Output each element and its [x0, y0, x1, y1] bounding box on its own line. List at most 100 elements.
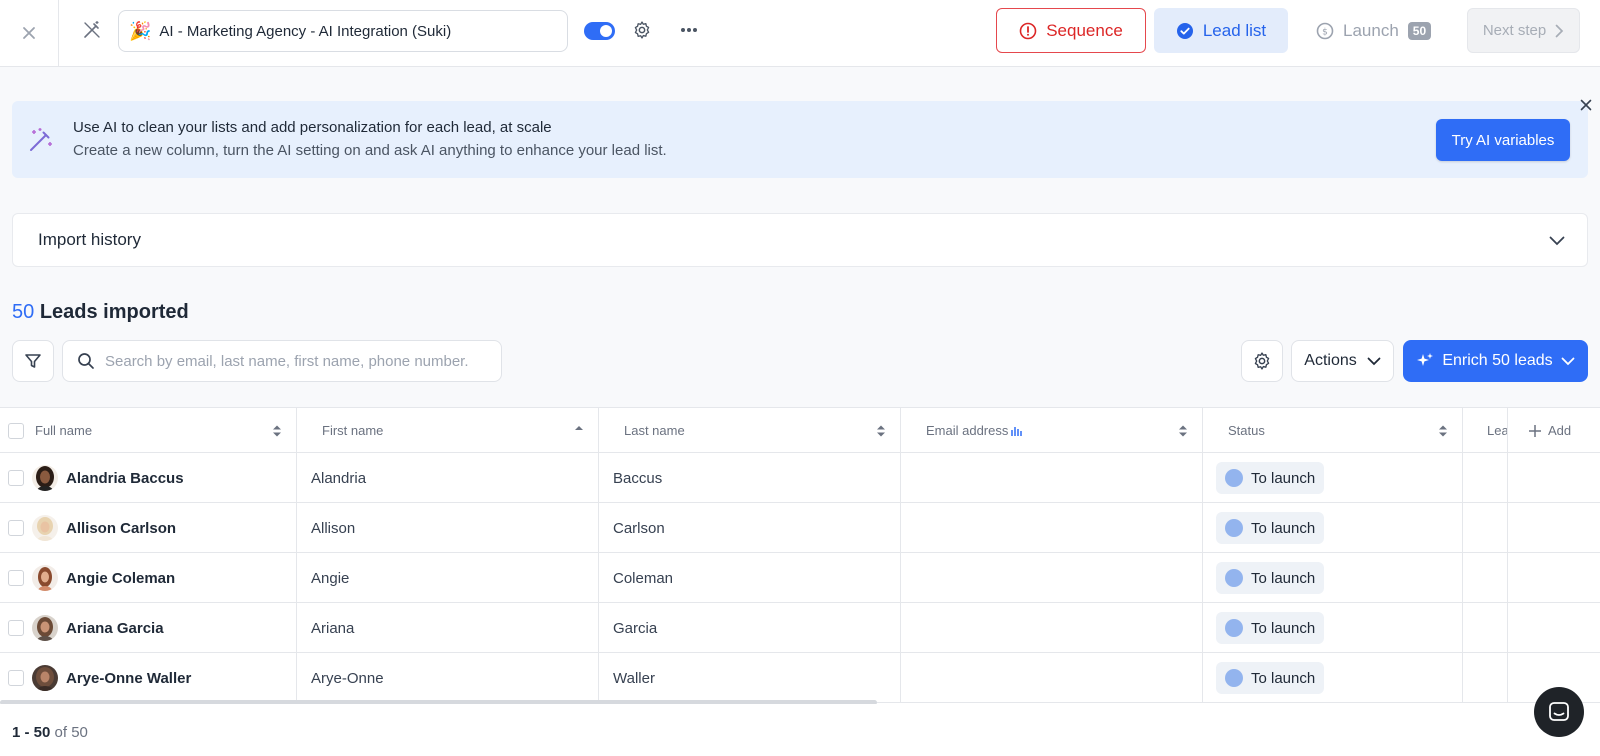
close-button[interactable]: [0, 0, 59, 66]
status-label: To launch: [1251, 619, 1316, 637]
campaign-toggle[interactable]: [584, 22, 615, 40]
row-checkbox[interactable]: [8, 570, 24, 586]
lead-full-name[interactable]: Angie Coleman: [66, 570, 175, 587]
leads-heading: 50 Leads imported: [12, 301, 189, 324]
search-icon: [78, 353, 94, 369]
add-column-button[interactable]: Add: [1508, 408, 1600, 453]
import-history-panel[interactable]: Import history: [12, 213, 1588, 267]
step-launch-button[interactable]: $ Launch 50: [1312, 8, 1450, 53]
status-badge[interactable]: To launch: [1216, 462, 1325, 494]
lead-last-name[interactable]: Baccus: [599, 453, 901, 503]
more-options-button[interactable]: [676, 18, 702, 42]
row-checkbox[interactable]: [8, 520, 24, 536]
lead-email[interactable]: [901, 503, 1203, 553]
avatar: [32, 565, 58, 591]
lead-first-name[interactable]: Angie: [297, 553, 599, 603]
pagination-total: of 50: [54, 724, 88, 741]
sort-icon[interactable]: [1438, 424, 1448, 438]
magic-wand-button[interactable]: [78, 16, 106, 44]
lead-last-name[interactable]: Coleman: [599, 553, 901, 603]
actions-dropdown[interactable]: Actions: [1291, 340, 1394, 382]
table-row[interactable]: Allison Carlson Allison Carlson To launc…: [0, 503, 1600, 553]
lead-last-name[interactable]: Waller: [599, 653, 901, 703]
status-label: To launch: [1251, 469, 1316, 487]
status-badge[interactable]: To launch: [1216, 562, 1325, 594]
lead-search-box[interactable]: [62, 340, 502, 382]
chevron-down-icon: [1549, 236, 1565, 246]
lead-email[interactable]: [901, 603, 1203, 653]
row-checkbox[interactable]: [8, 470, 24, 486]
banner-headline: Use AI to clean your lists and add perso…: [73, 119, 552, 136]
table-row[interactable]: Angie Coleman Angie Coleman To launch: [0, 553, 1600, 603]
step-sequence-button[interactable]: Sequence: [996, 8, 1146, 53]
select-all-checkbox[interactable]: [8, 422, 24, 439]
status-label: To launch: [1251, 569, 1316, 587]
lead-full-name[interactable]: Arye-Onne Waller: [66, 670, 191, 687]
sort-ascending-icon[interactable]: [574, 424, 584, 438]
status-badge[interactable]: To launch: [1216, 512, 1325, 544]
lead-search-input[interactable]: [105, 352, 485, 370]
lead-full-name[interactable]: Allison Carlson: [66, 520, 176, 537]
column-header-full-name[interactable]: Full name: [0, 408, 297, 453]
column-header-last-name[interactable]: Last name: [599, 408, 901, 453]
table-header-row: Full name First name Last name Email add…: [0, 408, 1600, 453]
table-row[interactable]: Alandria Baccus Alandria Baccus To launc…: [0, 453, 1600, 503]
campaign-name-text: AI - Marketing Agency - AI Integration (…: [159, 22, 452, 40]
status-label: To launch: [1251, 669, 1316, 687]
actions-label: Actions: [1304, 352, 1357, 369]
step-lead-list-button[interactable]: Lead list: [1154, 8, 1288, 53]
sparkles-icon: [1417, 353, 1434, 366]
lead-email[interactable]: [901, 653, 1203, 703]
dollar-circle-icon: $: [1316, 22, 1334, 39]
filter-button[interactable]: [12, 340, 54, 382]
row-checkbox[interactable]: [8, 670, 24, 686]
column-header-email[interactable]: Email address: [901, 408, 1203, 453]
column-header-status[interactable]: Status: [1203, 408, 1463, 453]
add-column-label: Add: [1548, 423, 1572, 438]
lead-first-name[interactable]: Ariana: [297, 603, 599, 653]
chat-icon: [1549, 702, 1569, 721]
column-label: Status: [1228, 423, 1265, 438]
try-ai-variables-button[interactable]: Try AI variables: [1436, 119, 1570, 161]
campaign-settings-button[interactable]: [630, 18, 654, 42]
enrich-leads-button[interactable]: Enrich 50 leads: [1403, 340, 1588, 382]
table-row[interactable]: Arye-Onne Waller Arye-Onne Waller To lau…: [0, 653, 1600, 703]
row-checkbox[interactable]: [8, 620, 24, 636]
sort-icon[interactable]: [1178, 424, 1188, 438]
party-popper-icon: 🎉: [129, 20, 152, 42]
sort-icon[interactable]: [876, 424, 886, 438]
lead-email[interactable]: [901, 453, 1203, 503]
avatar: [32, 465, 58, 491]
plus-icon: [1529, 424, 1541, 437]
toggle-knob: [600, 25, 612, 37]
leads-label: Leads imported: [39, 301, 189, 323]
lead-last-name[interactable]: Garcia: [599, 603, 901, 653]
lead-last-name[interactable]: Carlson: [599, 503, 901, 553]
status-launch-icon: [1225, 669, 1243, 687]
sort-icon[interactable]: [272, 424, 282, 438]
next-step-button[interactable]: Next step: [1467, 8, 1580, 53]
enrich-leads-label: Enrich 50 leads: [1442, 352, 1553, 369]
support-chat-button[interactable]: [1534, 687, 1584, 737]
step-sequence-label: Sequence: [1046, 20, 1123, 40]
lead-first-name[interactable]: Arye-Onne: [297, 653, 599, 703]
status-label: To launch: [1251, 519, 1316, 537]
lead-first-name[interactable]: Allison: [297, 503, 599, 553]
launch-count-badge: 50: [1407, 21, 1432, 40]
table-settings-button[interactable]: [1241, 340, 1283, 382]
avatar: [32, 615, 58, 641]
lead-first-name[interactable]: Alandria: [297, 453, 599, 503]
lead-full-name[interactable]: Ariana Garcia: [66, 620, 164, 637]
banner-close-button[interactable]: [1575, 94, 1597, 116]
avatar: [32, 665, 58, 691]
column-header-truncated[interactable]: Lea: [1463, 408, 1508, 453]
status-badge[interactable]: To launch: [1216, 612, 1325, 644]
lead-email[interactable]: [901, 553, 1203, 603]
table-row[interactable]: Ariana Garcia Ariana Garcia To launch: [0, 603, 1600, 653]
status-badge[interactable]: To launch: [1216, 662, 1325, 694]
pagination-info: 1 - 50 of 50: [12, 724, 88, 741]
column-header-first-name[interactable]: First name: [297, 408, 599, 453]
import-history-toggle[interactable]: [1545, 229, 1569, 253]
campaign-name-field[interactable]: 🎉 AI - Marketing Agency - AI Integration…: [118, 10, 568, 52]
lead-full-name[interactable]: Alandria Baccus: [66, 470, 184, 487]
